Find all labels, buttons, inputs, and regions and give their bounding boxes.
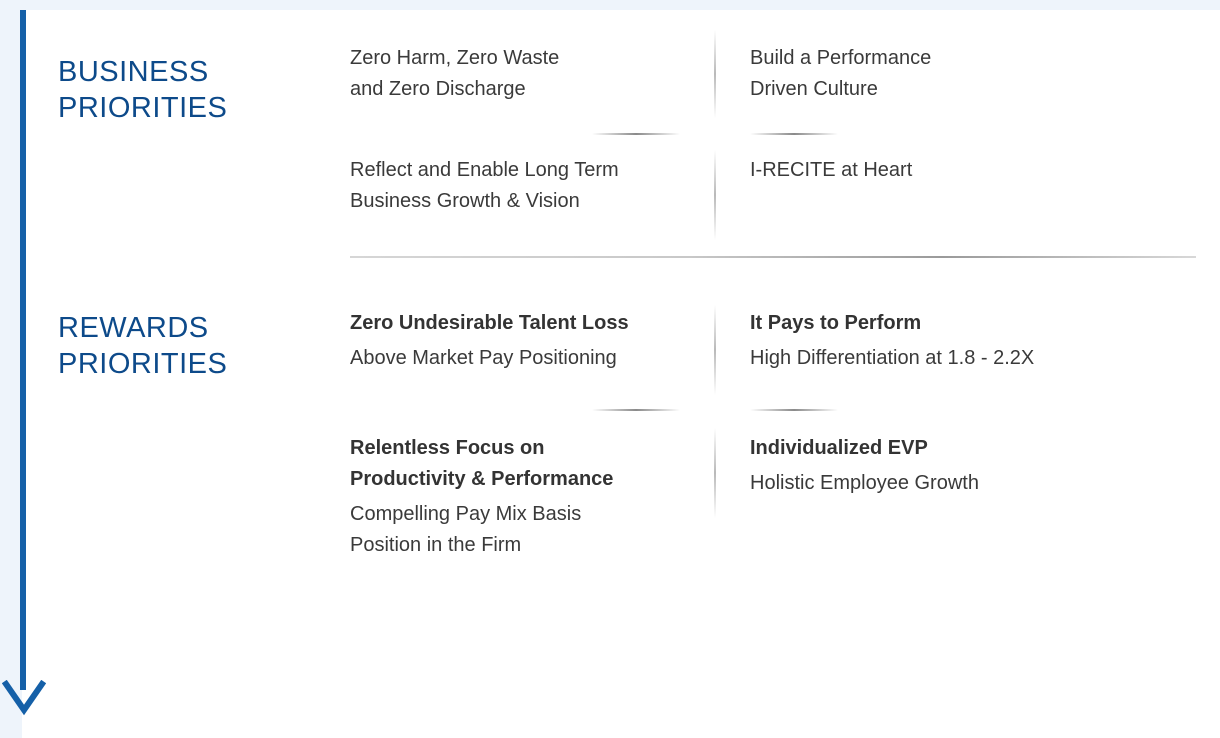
business-item-4-line1: I-RECITE at Heart [750, 159, 913, 181]
business-item-2-line1: Build a Performance [750, 47, 932, 69]
rewards-item-4-heading: Individualized EVP [750, 437, 928, 459]
business-item-2: Build a Performance Driven Culture [750, 43, 931, 105]
rewards-item-2-heading: It Pays to Perform [750, 312, 922, 334]
business-item-4: I-RECITE at Heart [750, 155, 912, 186]
section-separator [350, 256, 1196, 258]
rewards-item-2: It Pays to Perform High Differentiation … [750, 308, 1034, 374]
rewards-item-3-text-line2: Position in the Firm [350, 534, 522, 556]
rewards-item-1-heading: Zero Undesirable Talent Loss [350, 312, 629, 334]
rewards-vdivider-bottom [714, 428, 716, 518]
business-item-3-line1: Reflect and Enable Long Term [350, 159, 619, 181]
business-hdivider-right [750, 133, 838, 135]
rewards-hdivider-right [750, 409, 838, 411]
business-item-2-line2: Driven Culture [750, 78, 878, 100]
business-title-line1: BUSINESS [58, 56, 209, 88]
business-hdivider-left [592, 133, 680, 135]
business-item-3: Reflect and Enable Long Term Business Gr… [350, 155, 619, 217]
rewards-item-4: Individualized EVP Holistic Employee Gro… [750, 433, 979, 499]
rewards-item-3-text-line1: Compelling Pay Mix Basis [350, 503, 582, 525]
rewards-item-3-heading-line1: Relentless Focus on [350, 437, 545, 459]
business-item-1: Zero Harm, Zero Waste and Zero Discharge [350, 43, 559, 105]
timeline-axis [20, 10, 26, 690]
business-priorities-title: BUSINESS PRIORITIES [58, 54, 227, 126]
rewards-vdivider-top [714, 305, 716, 395]
rewards-item-4-text: Holistic Employee Growth [750, 472, 979, 494]
rewards-priorities-title: REWARDS PRIORITIES [58, 310, 227, 382]
business-vdivider-bottom [714, 150, 716, 240]
business-item-1-line2: and Zero Discharge [350, 78, 526, 100]
business-vdivider-top [714, 30, 716, 118]
business-item-1-line1: Zero Harm, Zero Waste [350, 47, 560, 69]
rewards-item-2-text: High Differentiation at 1.8 - 2.2X [750, 347, 1035, 369]
arrow-down-icon [2, 680, 46, 716]
rewards-item-1-text: Above Market Pay Positioning [350, 347, 617, 369]
rewards-item-1: Zero Undesirable Talent Loss Above Marke… [350, 308, 629, 374]
rewards-title-line1: REWARDS [58, 312, 209, 344]
business-title-line2: PRIORITIES [58, 92, 228, 124]
business-item-3-line2: Business Growth & Vision [350, 190, 580, 212]
rewards-item-3-heading-line2: Productivity & Performance [350, 468, 614, 490]
rewards-hdivider-left [592, 409, 680, 411]
rewards-title-line2: PRIORITIES [58, 348, 228, 380]
rewards-item-3: Relentless Focus on Productivity & Perfo… [350, 433, 613, 561]
